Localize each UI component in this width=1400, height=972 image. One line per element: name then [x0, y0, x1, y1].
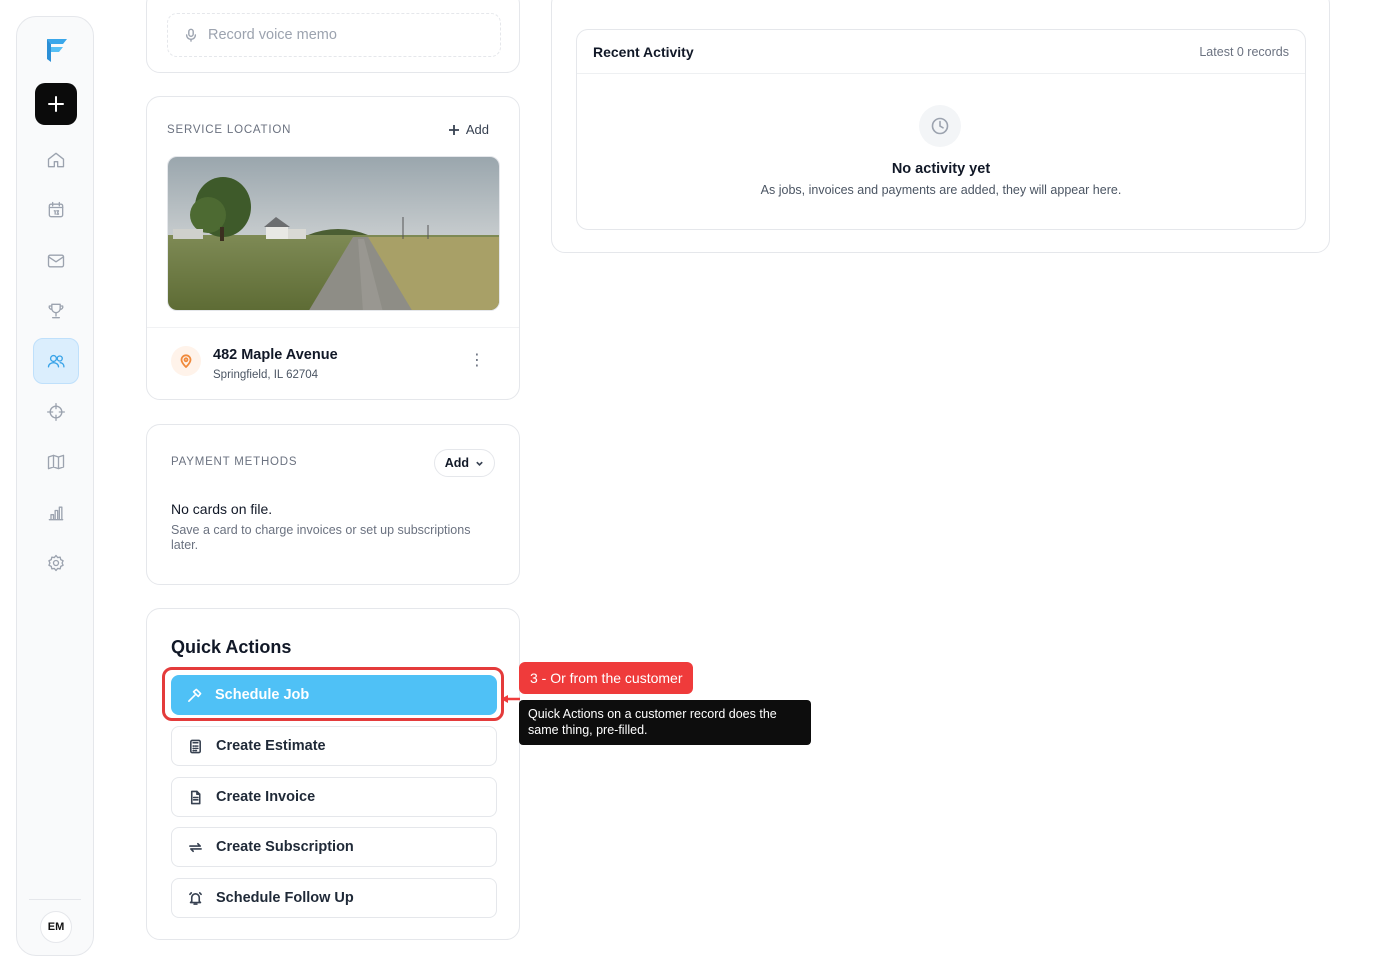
nav-settings[interactable] [33, 540, 79, 586]
recent-activity-title: Recent Activity [593, 43, 694, 60]
schedule-follow-up-button[interactable]: Schedule Follow Up [171, 878, 497, 918]
add-payment-dropdown[interactable]: Add [433, 449, 495, 477]
recent-activity-card: Recent Activity Latest 0 records No acti… [576, 29, 1306, 230]
add-payment-label: Add [444, 456, 469, 470]
create-subscription-label: Create Subscription [216, 839, 354, 855]
trophy-icon [48, 303, 64, 319]
add-location-button[interactable]: Add [448, 122, 489, 137]
users-icon [47, 354, 65, 368]
empty-state-title: No activity yet [891, 161, 991, 177]
payment-methods-card: PAYMENT METHODS Add No cards on file. Sa… [146, 424, 520, 585]
add-location-label: Add [465, 122, 489, 137]
nav-map[interactable] [33, 439, 79, 485]
create-subscription-button[interactable]: Create Subscription [171, 827, 497, 867]
bar-chart-icon [48, 506, 64, 521]
gear-icon [48, 554, 64, 572]
voice-memo-label: Record voice memo [208, 27, 337, 43]
plus-icon [448, 124, 459, 135]
create-invoice-label: Create Invoice [216, 789, 316, 805]
calculator-icon [190, 739, 201, 753]
quick-actions-title: Quick Actions [171, 637, 292, 657]
address-line-1[interactable]: 482 Maple Avenue [213, 347, 338, 363]
quick-actions-card: Quick Actions Schedule Job Create Estima… [146, 608, 520, 940]
location-more-icon[interactable]: ⋮ [469, 353, 485, 369]
repeat-icon [189, 842, 202, 852]
nav-trophy[interactable] [33, 288, 79, 334]
service-location-label: SERVICE LOCATION [167, 124, 292, 136]
empty-state-text: As jobs, invoices and payments are added… [760, 183, 1122, 197]
notes-card: Record voice memo [146, 0, 520, 73]
annotation-arrow-icon [501, 695, 520, 703]
bell-icon [189, 891, 202, 905]
nav-targets[interactable] [33, 389, 79, 435]
document-icon [190, 790, 201, 804]
location-divider [147, 327, 519, 328]
create-estimate-button[interactable]: Create Estimate [171, 726, 497, 766]
location-pin-icon [171, 346, 201, 376]
mail-icon [47, 254, 65, 268]
app-logo[interactable] [41, 35, 71, 65]
no-cards-text: No cards on file. [171, 501, 273, 517]
nav-calendar[interactable] [33, 187, 79, 233]
crosshair-icon [47, 403, 66, 421]
home-icon [47, 152, 65, 168]
calendar-icon [48, 201, 64, 218]
annotation-tag: 3 - Or from the customer [519, 662, 694, 694]
recent-activity-header: Recent Activity Latest 0 records [577, 30, 1305, 74]
sidebar-divider [29, 899, 81, 900]
highlight-box [162, 667, 504, 721]
microphone-icon [185, 28, 197, 42]
payment-methods-label: PAYMENT METHODS [171, 456, 298, 468]
chevron-down-icon [476, 461, 483, 466]
map-icon [47, 454, 65, 470]
schedule-follow-up-label: Schedule Follow Up [216, 890, 354, 906]
nav-customers[interactable] [33, 338, 79, 384]
nav-mail[interactable] [33, 238, 79, 284]
avatar[interactable]: EM [40, 911, 72, 943]
new-item-button[interactable] [35, 83, 77, 125]
annotation-tooltip: Quick Actions on a customer record does … [519, 700, 811, 745]
sidebar: EM [16, 16, 94, 956]
clock-icon [919, 105, 961, 147]
service-location-card: SERVICE LOCATION Add 482 Maple Avenue Sp… [146, 96, 520, 400]
street-view-image[interactable] [167, 156, 500, 311]
record-voice-memo-button[interactable]: Record voice memo [167, 13, 501, 57]
plus-icon [48, 96, 64, 112]
nav-reports[interactable] [33, 490, 79, 536]
recent-activity-count: Latest 0 records [1199, 44, 1289, 59]
create-invoice-button[interactable]: Create Invoice [171, 777, 497, 817]
create-estimate-label: Create Estimate [216, 738, 326, 754]
address-line-2: Springfield, IL 62704 [213, 369, 319, 381]
nav-home[interactable] [33, 137, 79, 183]
payment-help-text: Save a card to charge invoices or set up… [171, 523, 471, 552]
activity-panel: Recent Activity Latest 0 records No acti… [551, 0, 1330, 253]
